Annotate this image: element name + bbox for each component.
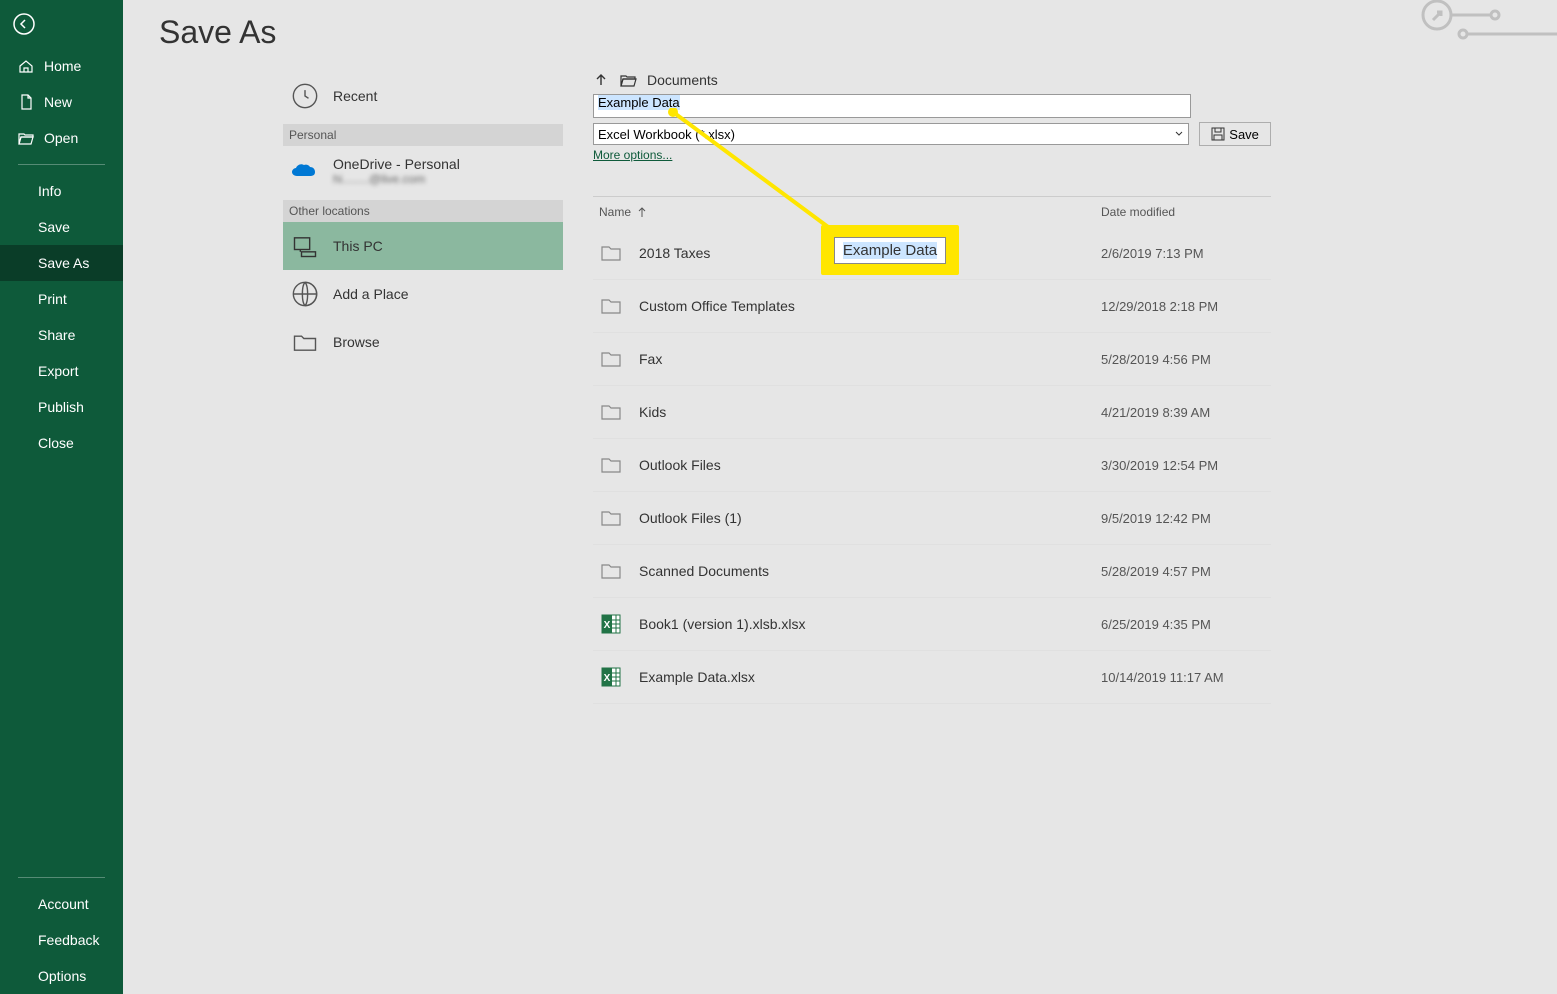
nav-print[interactable]: Print: [0, 281, 123, 317]
location-label: Add a Place: [333, 286, 409, 302]
file-row[interactable]: X Example Data.xlsx10/14/2019 11:17 AM: [593, 651, 1271, 704]
file-panel: Documents Example Data Excel Workbook (*…: [593, 72, 1271, 704]
svg-text:X: X: [604, 620, 611, 631]
file-date: 9/5/2019 12:42 PM: [1101, 511, 1271, 526]
column-header-name[interactable]: Name: [593, 205, 1101, 219]
file-date: 5/28/2019 4:56 PM: [1101, 352, 1271, 367]
nav-info[interactable]: Info: [0, 173, 123, 209]
folder-icon: [291, 328, 319, 356]
file-name: Book1 (version 1).xlsb.xlsx: [639, 616, 1101, 632]
file-date: 6/25/2019 4:35 PM: [1101, 617, 1271, 632]
file-name: Outlook Files (1): [639, 510, 1101, 526]
file-date: 12/29/2018 2:18 PM: [1101, 299, 1271, 314]
file-list-header: Name Date modified: [593, 197, 1271, 227]
excel-icon: X: [599, 612, 623, 636]
clock-icon: [291, 82, 319, 110]
file-row[interactable]: Fax5/28/2019 4:56 PM: [593, 333, 1271, 386]
file-name: Kids: [639, 404, 1101, 420]
content-area: Save As Recent Personal OneDrive - Perso…: [123, 0, 1557, 994]
nav-export[interactable]: Export: [0, 353, 123, 389]
up-arrow-icon[interactable]: [593, 72, 609, 88]
file-name: Scanned Documents: [639, 563, 1101, 579]
folder-icon: [599, 453, 623, 477]
addplace-icon: [291, 280, 319, 308]
excel-icon: X: [599, 665, 623, 689]
file-name: Custom Office Templates: [639, 298, 1101, 314]
location-onedrive[interactable]: OneDrive - Personal hi........@live.com: [283, 146, 563, 196]
filename-input[interactable]: Example Data: [593, 94, 1191, 118]
nav-save[interactable]: Save: [0, 209, 123, 245]
back-button[interactable]: [0, 0, 48, 48]
file-row[interactable]: Kids4/21/2019 8:39 AM: [593, 386, 1271, 439]
nav-new[interactable]: New: [0, 84, 123, 120]
location-addplace[interactable]: Add a Place: [283, 270, 563, 318]
filetype-select[interactable]: Excel Workbook (*.xlsx): [593, 123, 1189, 145]
file-row[interactable]: Custom Office Templates12/29/2018 2:18 P…: [593, 280, 1271, 333]
file-row[interactable]: Outlook Files3/30/2019 12:54 PM: [593, 439, 1271, 492]
location-header-other: Other locations: [283, 200, 563, 222]
more-options-link[interactable]: More options...: [593, 148, 672, 162]
file-name: Example Data.xlsx: [639, 669, 1101, 685]
nav-separator: [18, 877, 105, 878]
folder-icon: [599, 559, 623, 583]
folder-icon: [599, 241, 623, 265]
nav-options[interactable]: Options: [0, 958, 123, 994]
location-recent[interactable]: Recent: [283, 72, 563, 120]
save-button[interactable]: Save: [1199, 122, 1271, 146]
file-row[interactable]: Outlook Files (1)9/5/2019 12:42 PM: [593, 492, 1271, 545]
save-icon: [1211, 127, 1225, 141]
nav-separator: [18, 164, 105, 165]
onedrive-email: hi........@live.com: [333, 172, 460, 186]
thispc-icon: [291, 232, 319, 260]
column-header-date[interactable]: Date modified: [1101, 205, 1271, 219]
callout-text: Example Data: [843, 242, 937, 259]
chevron-down-icon: [1174, 129, 1184, 139]
nav-share[interactable]: Share: [0, 317, 123, 353]
folder-icon: [599, 506, 623, 530]
location-browse[interactable]: Browse: [283, 318, 563, 366]
location-header-personal: Personal: [283, 124, 563, 146]
folder-icon: [599, 347, 623, 371]
nav-home[interactable]: Home: [0, 48, 123, 84]
nav-publish[interactable]: Publish: [0, 389, 123, 425]
folder-icon: [599, 294, 623, 318]
location-label: OneDrive - Personal: [333, 156, 460, 172]
page-title: Save As: [123, 0, 1557, 69]
onedrive-icon: [291, 162, 319, 180]
location-thispc[interactable]: This PC: [283, 222, 563, 270]
nav-feedback[interactable]: Feedback: [0, 922, 123, 958]
location-label: Recent: [333, 88, 377, 104]
breadcrumb-text[interactable]: Documents: [647, 72, 718, 88]
backstage-sidebar: HomeNewOpen InfoSaveSave AsPrintShareExp…: [0, 0, 123, 994]
file-date: 3/30/2019 12:54 PM: [1101, 458, 1271, 473]
breadcrumb: Documents: [593, 72, 1271, 88]
nav-close[interactable]: Close: [0, 425, 123, 461]
location-label: Browse: [333, 334, 380, 350]
file-date: 2/6/2019 7:13 PM: [1101, 246, 1271, 261]
nav-open[interactable]: Open: [0, 120, 123, 156]
location-label: This PC: [333, 238, 383, 254]
file-name: Fax: [639, 351, 1101, 367]
file-date: 4/21/2019 8:39 AM: [1101, 405, 1271, 420]
callout-box: Example Data: [821, 225, 959, 275]
folder-open-icon: [619, 72, 637, 88]
sort-asc-icon: [637, 206, 647, 218]
file-row[interactable]: Scanned Documents5/28/2019 4:57 PM: [593, 545, 1271, 598]
file-date: 5/28/2019 4:57 PM: [1101, 564, 1271, 579]
back-arrow-icon: [12, 12, 36, 36]
nav-save-as[interactable]: Save As: [0, 245, 123, 281]
folder-icon: [599, 400, 623, 424]
svg-text:X: X: [604, 673, 611, 684]
file-date: 10/14/2019 11:17 AM: [1101, 670, 1271, 685]
file-row[interactable]: X Book1 (version 1).xlsb.xlsx6/25/2019 4:…: [593, 598, 1271, 651]
location-panel: Recent Personal OneDrive - Personal hi..…: [283, 72, 563, 366]
nav-account[interactable]: Account: [0, 886, 123, 922]
file-name: Outlook Files: [639, 457, 1101, 473]
